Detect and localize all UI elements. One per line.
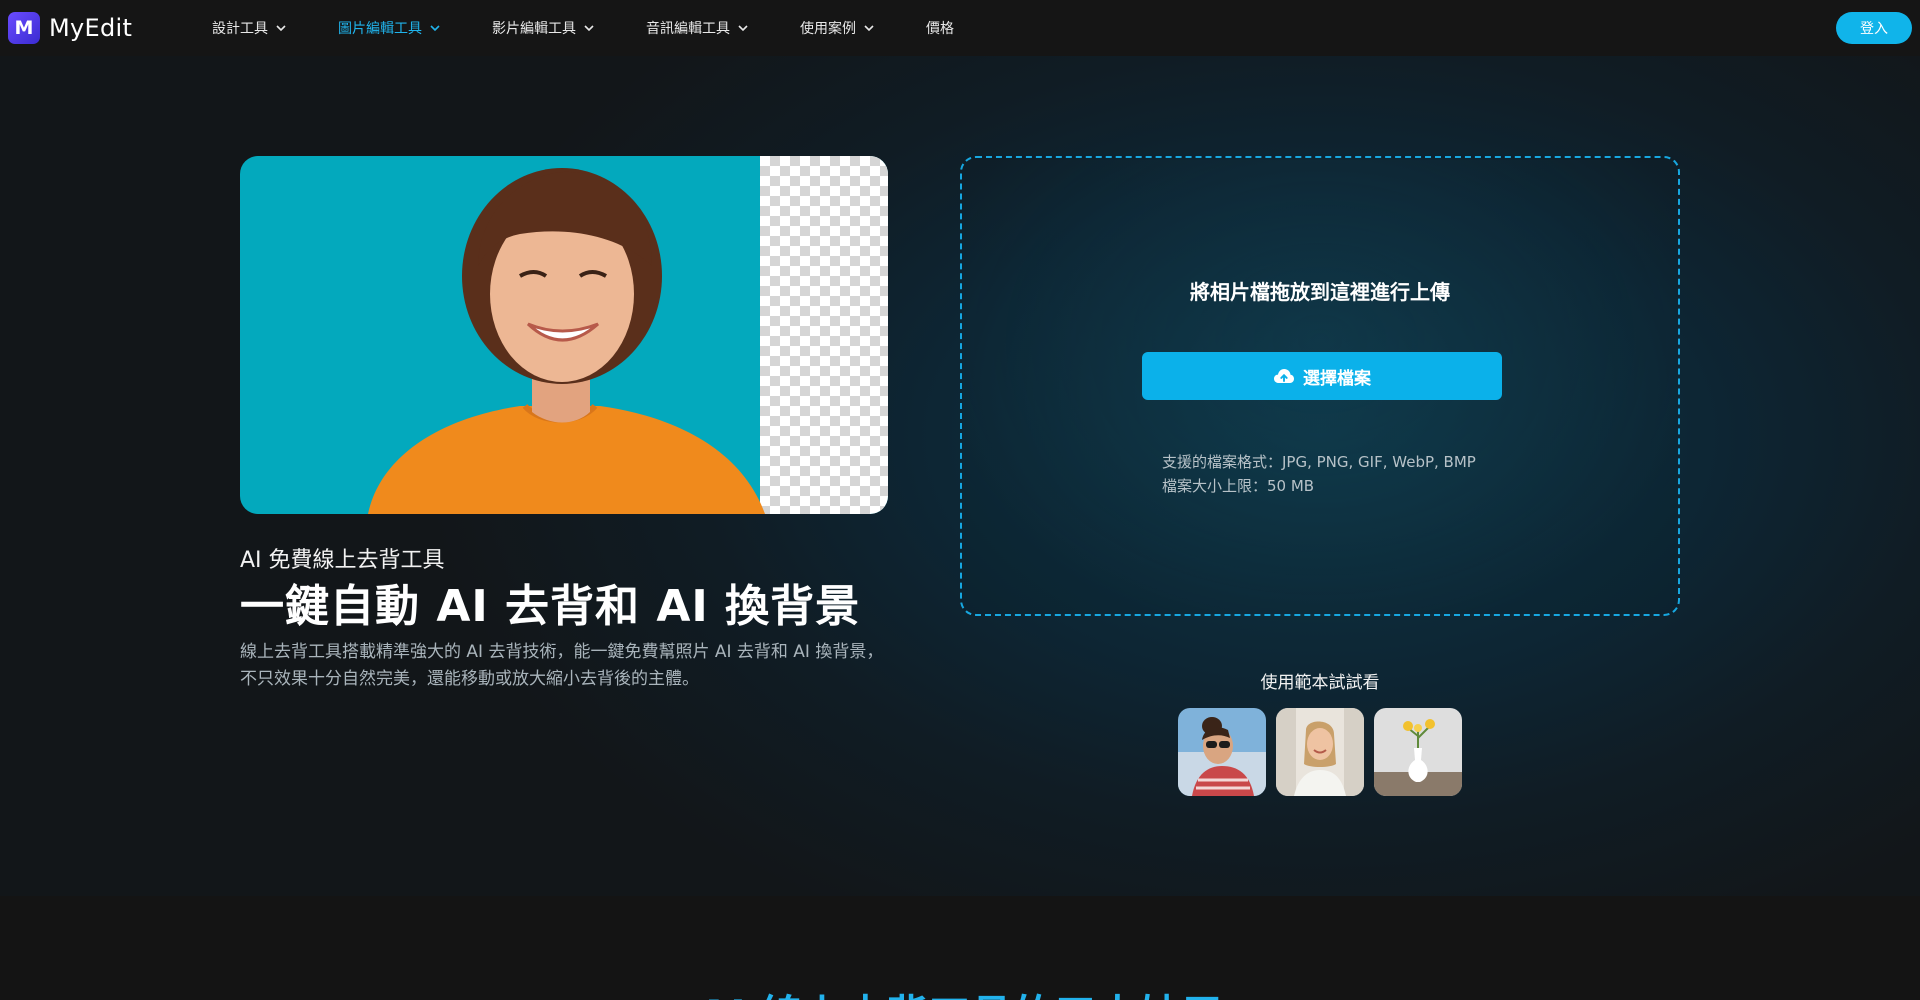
choose-file-button[interactable]: 選擇檔案: [1142, 352, 1502, 400]
nav-design-tools[interactable]: 設計工具: [212, 18, 287, 38]
nav-use-cases[interactable]: 使用案例: [800, 18, 875, 38]
sample-image-sunglasses-woman[interactable]: [1178, 708, 1266, 796]
main-nav-menu: 設計工具 圖片編輯工具 影片編輯工具 音訊編輯工具 使用案例 價格: [212, 0, 1005, 56]
file-requirements: 支援的檔案格式：JPG, PNG, GIF, WebP, BMP 檔案大小上限：…: [1162, 450, 1476, 498]
cloud-upload-icon: [1274, 369, 1294, 383]
logo-text: MyEdit: [49, 14, 133, 42]
top-navbar: M MyEdit 設計工具 圖片編輯工具 影片編輯工具 音訊編輯工具 使用案例 …: [0, 0, 1920, 56]
nav-item-label: 音訊編輯工具: [646, 21, 730, 37]
max-size-text: 檔案大小上限：50 MB: [1162, 477, 1315, 495]
nav-item-label: 設計工具: [212, 21, 268, 37]
sample-image-smiling-woman[interactable]: [1276, 708, 1364, 796]
nav-pricing[interactable]: 價格: [926, 18, 954, 38]
hero-description: 線上去背工具搭載精準強大的 AI 去背技術，能一鍵免費幫照片 AI 去背和 AI…: [240, 642, 884, 689]
hero-section: AI 免費線上去背工具 一鍵自動 AI 去背和 AI 換背景 線上去背工具搭載精…: [0, 56, 1920, 896]
sample-images-label: 使用範本試試看: [1260, 673, 1380, 693]
chevron-down-icon: [584, 25, 594, 32]
nav-item-label: 價格: [926, 21, 954, 37]
nav-item-label: 使用案例: [800, 21, 856, 37]
drop-zone-title: 將相片檔拖放到這裡進行上傳: [1190, 280, 1450, 304]
login-button[interactable]: 登入: [1836, 12, 1912, 44]
nav-video-tools[interactable]: 影片編輯工具: [492, 18, 595, 38]
nav-item-label: 圖片編輯工具: [338, 21, 422, 37]
features-section-heading: AI 線上去背工具的三大妙用: [0, 982, 1920, 1000]
chevron-down-icon: [430, 25, 440, 32]
hero-before-after-image: [240, 156, 888, 514]
choose-file-label: 選擇檔案: [1303, 368, 1371, 389]
logo-icon: M: [8, 12, 40, 44]
sample-image-flower-vase[interactable]: [1374, 708, 1462, 796]
myedit-logo[interactable]: M MyEdit: [8, 12, 132, 44]
file-drop-zone[interactable]: 將相片檔拖放到這裡進行上傳 選擇檔案 支援的檔案格式：JPG, PNG, GIF…: [960, 156, 1680, 616]
supported-formats-text: 支援的檔案格式：JPG, PNG, GIF, WebP, BMP: [1162, 453, 1476, 471]
chevron-down-icon: [738, 25, 748, 32]
nav-item-label: 影片編輯工具: [492, 21, 576, 37]
nav-photo-tools[interactable]: 圖片編輯工具: [338, 18, 441, 38]
nav-audio-tools[interactable]: 音訊編輯工具: [646, 18, 749, 38]
hero-title: 一鍵自動 AI 去背和 AI 換背景: [240, 581, 861, 632]
chevron-down-icon: [276, 25, 286, 32]
woman-portrait-illustration: [368, 168, 765, 514]
chevron-down-icon: [864, 25, 874, 32]
sample-images-list: [1178, 708, 1472, 796]
